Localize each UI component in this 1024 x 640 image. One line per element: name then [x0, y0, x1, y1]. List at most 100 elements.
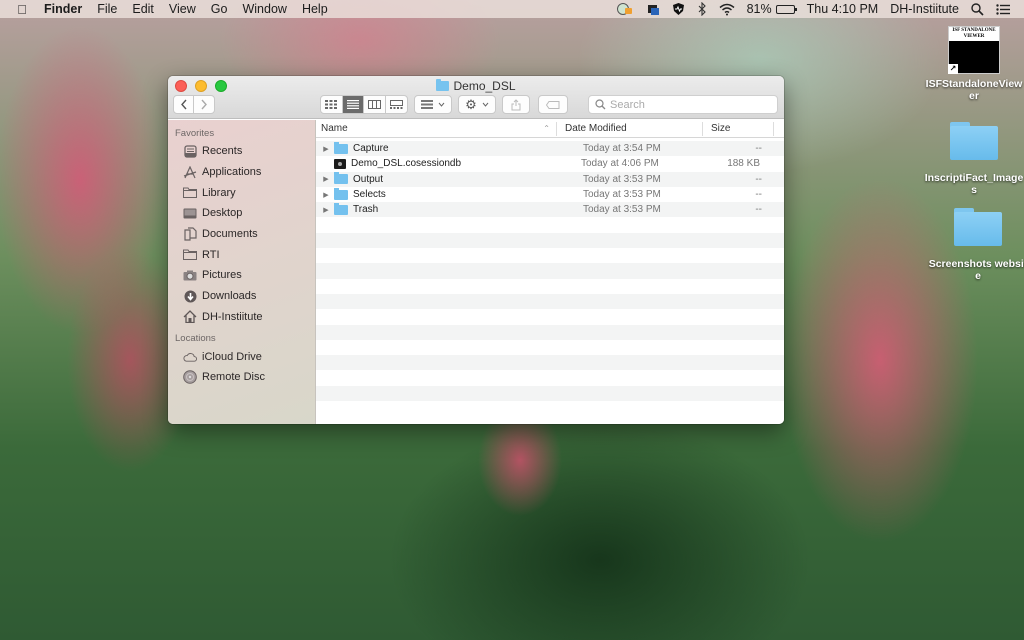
menu-file[interactable]: File	[97, 2, 117, 16]
disclosure-triangle-icon[interactable]: ▶	[316, 191, 334, 199]
clock[interactable]: Thu 4:10 PM	[807, 2, 879, 16]
disclosure-triangle-icon[interactable]: ▶	[316, 206, 334, 214]
sidebar-item-pictures[interactable]: Pictures	[168, 265, 315, 286]
group-by-button[interactable]	[414, 95, 452, 114]
desktop-icon-label: ISFStandaloneViewer	[925, 78, 1023, 102]
folder-icon	[334, 172, 348, 185]
sidebar-item-remote-disc[interactable]: Remote Disc	[168, 367, 315, 388]
app-tray-icon[interactable]	[646, 2, 660, 16]
menu-go[interactable]: Go	[211, 2, 228, 16]
shield-icon[interactable]	[672, 2, 685, 16]
file-date-modified: Today at 3:53 PM	[583, 189, 661, 201]
chevron-down-icon	[482, 102, 489, 107]
column-header-name[interactable]: Name ⌃	[316, 123, 556, 134]
search-input[interactable]	[610, 98, 760, 111]
tags-button[interactable]	[538, 95, 568, 114]
forward-button[interactable]	[194, 96, 214, 113]
file-rows: ▶ Capture Today at 3:54 PM -- Demo_DSL.coses…	[316, 141, 784, 424]
sidebar-item-label: Downloads	[202, 290, 257, 303]
menu-edit[interactable]: Edit	[132, 2, 154, 16]
file-row[interactable]: ▶ Output Today at 3:53 PM --	[316, 171, 784, 187]
disclosure-triangle-icon[interactable]: ▶	[316, 175, 334, 183]
file-row[interactable]: ▶ Trash Today at 3:53 PM --	[316, 202, 784, 218]
sidebar-item-label: Recents	[202, 145, 243, 158]
sidebar-item-label: Library	[202, 186, 236, 199]
empty-row	[316, 355, 784, 371]
disclosure-triangle-icon[interactable]: ▶	[316, 145, 334, 153]
window-titlebar[interactable]: Demo_DSL ⚙ Search	[168, 76, 784, 119]
file-name: Capture	[353, 143, 389, 155]
sidebar-item-label: iCloud Drive	[202, 350, 262, 363]
sidebar-item-rti[interactable]: RTI	[168, 244, 315, 265]
spotlight-search-icon[interactable]	[971, 2, 984, 16]
gear-icon: ⚙	[465, 96, 477, 112]
desktop-icon-screenshots-website[interactable]: Screenshots website	[928, 208, 1024, 282]
empty-row	[316, 401, 784, 417]
sidebar-item-recents[interactable]: Recents	[168, 141, 315, 162]
wifi-icon[interactable]	[719, 3, 735, 16]
folder-icon	[183, 186, 197, 200]
column-header-size[interactable]: Size	[702, 121, 774, 136]
column-header-date-modified[interactable]: Date Modified	[556, 121, 702, 136]
apple-menu-icon[interactable]: 	[14, 2, 30, 17]
sidebar-item-library[interactable]: Library	[168, 182, 315, 203]
bluetooth-icon[interactable]	[697, 2, 707, 16]
file-date-modified: Today at 3:53 PM	[583, 173, 661, 185]
file-row[interactable]: ▶ Capture Today at 3:54 PM --	[316, 141, 784, 157]
sidebar-item-applications[interactable]: Applications	[168, 162, 315, 183]
share-button[interactable]	[502, 95, 530, 114]
menu-view[interactable]: View	[169, 2, 196, 16]
action-menu-button[interactable]: ⚙	[458, 95, 496, 114]
sidebar-heading-favorites: Favorites	[175, 128, 215, 139]
empty-row	[316, 339, 784, 356]
menu-app-finder[interactable]: Finder	[44, 2, 82, 16]
battery-status[interactable]: 81%	[747, 2, 797, 16]
cloud-icon	[183, 350, 197, 364]
folder-icon	[954, 208, 1002, 246]
file-name: Demo_DSL.cosessiondb	[351, 158, 462, 170]
notification-center-icon[interactable]	[996, 3, 1010, 15]
sidebar-item-documents[interactable]: Documents	[168, 224, 315, 245]
toolbar: ⚙	[168, 95, 784, 115]
sidebar-item-desktop[interactable]: Desktop	[168, 203, 315, 224]
desktop-icon-inscriptifact-images[interactable]: InscriptiFact_Images	[924, 122, 1024, 196]
list-view-button[interactable]	[342, 96, 364, 113]
sidebar-item-downloads[interactable]: Downloads	[168, 286, 315, 307]
window-title-text: Demo_DSL	[453, 79, 516, 93]
sidebar-item-icloud-drive[interactable]: iCloud Drive	[168, 346, 315, 367]
desktop-icon-isfstandaloneviewer[interactable]: ISF STANDALONE VIEWER ↗ ISFStandaloneVie…	[924, 26, 1024, 102]
file-size: 188 KB	[727, 158, 760, 170]
empty-row	[316, 232, 784, 249]
file-size: --	[755, 204, 762, 216]
menu-window[interactable]: Window	[242, 2, 286, 16]
file-row[interactable]: ▶ Selects Today at 3:53 PM --	[316, 186, 784, 203]
search-field[interactable]	[588, 95, 778, 114]
list-header: Name ⌃ Date Modified Size	[316, 120, 784, 138]
folder-icon	[436, 79, 450, 91]
file-size: --	[755, 173, 762, 185]
gallery-view-icon	[389, 100, 403, 109]
column-view-button[interactable]	[364, 96, 386, 113]
icon-view-button[interactable]	[321, 96, 343, 113]
back-button[interactable]	[174, 96, 195, 113]
empty-row	[316, 370, 784, 386]
chevron-down-icon	[438, 102, 445, 107]
file-name: Output	[353, 173, 384, 185]
time-machine-icon[interactable]	[616, 2, 634, 16]
file-date-modified: Today at 3:53 PM	[583, 204, 661, 216]
tag-icon	[546, 100, 560, 109]
gallery-view-button[interactable]	[386, 96, 407, 113]
finder-window: Demo_DSL ⚙ Search Favorites Recents Appl…	[168, 76, 784, 424]
sidebar-item-dh-instiitute[interactable]: DH-Instiitute	[168, 307, 315, 328]
sidebar-item-label: Applications	[202, 166, 262, 179]
file-name: Selects	[353, 189, 386, 201]
sidebar: Favorites Recents Applications Library D…	[168, 120, 316, 424]
sort-ascending-icon: ⌃	[543, 124, 550, 133]
menu-help[interactable]: Help	[302, 2, 328, 16]
desktop-icon-label: InscriptiFact_Images	[924, 172, 1024, 196]
applications-icon	[183, 165, 197, 179]
user-menu[interactable]: DH-Instiitute	[890, 2, 959, 16]
chevron-left-icon	[180, 99, 187, 110]
file-row[interactable]: Demo_DSL.cosessiondb Today at 4:06 PM 188 …	[316, 156, 784, 172]
download-icon	[183, 289, 197, 303]
